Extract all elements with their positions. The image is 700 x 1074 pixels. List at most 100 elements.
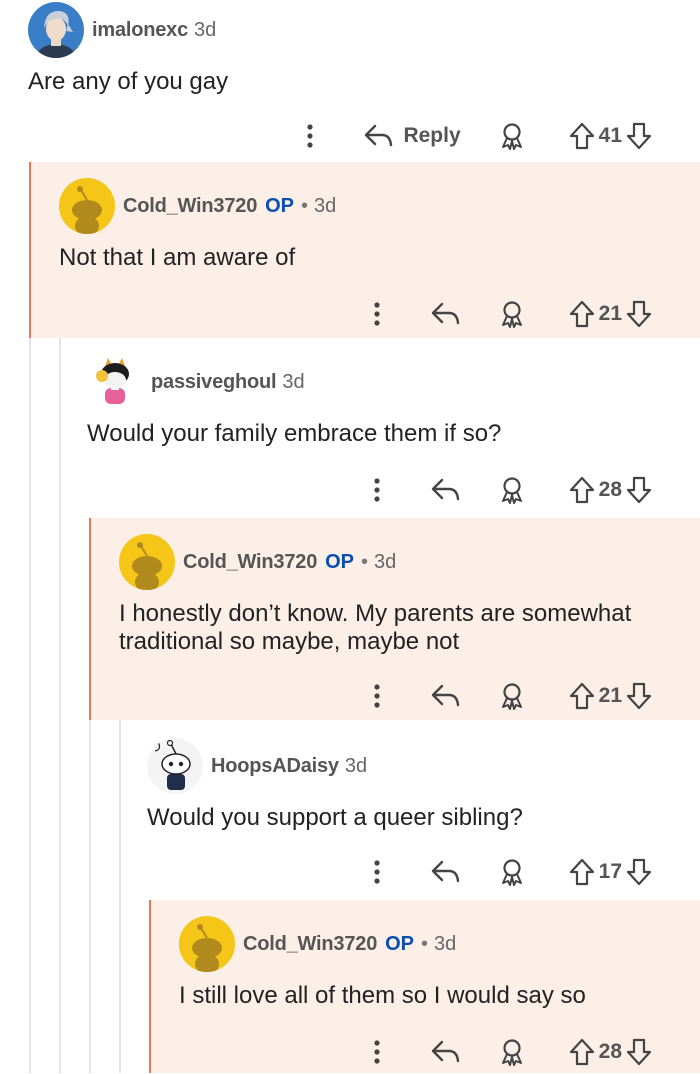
comment-actions: 21 <box>365 674 652 718</box>
separator-dot: • <box>421 932 429 955</box>
thread-line <box>29 338 31 1073</box>
comment-text: Would you support a queer sibling? <box>147 804 523 831</box>
comment-actions: Reply 41 <box>298 114 652 158</box>
user-avatar[interactable] <box>179 916 235 972</box>
username[interactable]: Cold_Win3720 <box>243 933 377 956</box>
user-avatar[interactable] <box>147 738 203 794</box>
more-vertical-icon <box>374 478 380 502</box>
more-options-button[interactable] <box>365 683 389 709</box>
comment-text: I still love all of them so I would say … <box>179 982 586 1009</box>
separator-dot: • <box>361 550 369 573</box>
downvote-button[interactable] <box>626 858 652 886</box>
user-avatar[interactable] <box>59 178 115 234</box>
upvote-arrow-icon <box>569 858 594 886</box>
comment: Cold_Win3720 OP • 3d Not that I am aware… <box>29 162 700 338</box>
comment-age: 3d <box>434 932 457 955</box>
downvote-button[interactable] <box>626 682 652 710</box>
more-options-button[interactable] <box>298 123 322 149</box>
comment-age: 3d <box>282 370 305 393</box>
username[interactable]: Cold_Win3720 <box>183 551 317 574</box>
award-button[interactable] <box>499 300 525 328</box>
upvote-arrow-icon <box>569 476 594 504</box>
downvote-button[interactable] <box>626 476 652 504</box>
more-options-button[interactable] <box>365 1039 389 1065</box>
more-vertical-icon <box>307 124 314 148</box>
user-avatar[interactable] <box>87 354 143 410</box>
upvote-button[interactable] <box>569 682 595 710</box>
downvote-button[interactable] <box>626 1038 652 1066</box>
more-vertical-icon <box>374 684 380 708</box>
award-button[interactable] <box>499 476 525 504</box>
user-avatar[interactable] <box>119 534 175 590</box>
award-icon <box>501 123 522 150</box>
upvote-button[interactable] <box>569 858 595 886</box>
vote-count: 28 <box>598 1040 622 1063</box>
upvote-button[interactable] <box>569 122 595 150</box>
username[interactable]: imalonexc <box>92 19 188 42</box>
more-options-button[interactable] <box>365 859 389 885</box>
upvote-button[interactable] <box>569 1038 595 1066</box>
upvote-arrow-icon <box>569 1038 594 1066</box>
comment: passiveghoul 3d Would your family embrac… <box>59 338 700 518</box>
upvote-button[interactable] <box>569 300 595 328</box>
reply-button[interactable] <box>431 301 461 327</box>
thread-line <box>89 720 91 1073</box>
downvote-arrow-icon <box>626 1038 652 1066</box>
comment: Cold_Win3720 OP • 3d I still love all of… <box>149 900 700 1073</box>
comment: HoopsADaisy 3d Would you support a queer… <box>119 720 700 900</box>
reply-arrow-icon <box>365 124 393 147</box>
downvote-arrow-icon <box>626 300 652 328</box>
downvote-button[interactable] <box>626 122 652 150</box>
more-options-button[interactable] <box>365 301 389 327</box>
award-button[interactable] <box>499 122 525 150</box>
downvote-arrow-icon <box>626 682 652 710</box>
username[interactable]: HoopsADaisy <box>211 755 339 778</box>
comment-age: 3d <box>194 18 217 41</box>
award-button[interactable] <box>499 1038 525 1066</box>
award-icon <box>501 301 522 328</box>
downvote-arrow-icon <box>626 122 652 150</box>
separator-dot: • <box>301 194 309 217</box>
upvote-button[interactable] <box>569 476 595 504</box>
more-vertical-icon <box>374 860 380 884</box>
award-icon <box>501 683 522 710</box>
upvote-arrow-icon <box>569 122 594 150</box>
op-badge: OP <box>325 550 355 573</box>
more-vertical-icon <box>374 302 380 326</box>
comment-text: Are any of you gay <box>28 68 229 95</box>
comment-age: 3d <box>374 550 397 573</box>
vote-count: 28 <box>598 478 622 501</box>
comment-age: 3d <box>314 194 337 217</box>
award-button[interactable] <box>499 682 525 710</box>
reply-button[interactable] <box>431 477 461 503</box>
vote-count: 21 <box>598 302 622 325</box>
comment: imalonexc 3d Are any of you gay Reply 41 <box>0 0 700 162</box>
reply-button[interactable] <box>431 859 461 885</box>
reply-arrow-icon <box>431 478 459 501</box>
comment-actions: 21 <box>365 292 652 336</box>
username[interactable]: passiveghoul <box>151 371 277 394</box>
reply-button[interactable] <box>431 683 461 709</box>
upvote-arrow-icon <box>569 300 594 328</box>
reply-button[interactable]: Reply <box>364 123 461 149</box>
comment-text: Not that I am aware of <box>59 244 296 271</box>
reply-arrow-icon <box>431 860 459 883</box>
comment-actions: 17 <box>365 850 652 894</box>
reply-button[interactable] <box>431 1039 461 1065</box>
user-avatar[interactable] <box>28 2 84 58</box>
comment-age: 3d <box>344 754 368 777</box>
downvote-button[interactable] <box>626 300 652 328</box>
comment-text: I honestly don’t know. My parents are so… <box>119 600 632 655</box>
vote-count: 17 <box>598 860 622 883</box>
reply-arrow-icon <box>431 1040 459 1063</box>
comment-text: Would your family embrace them if so? <box>87 420 502 447</box>
comment-actions: 28 <box>365 468 652 512</box>
op-badge: OP <box>385 932 415 955</box>
username[interactable]: Cold_Win3720 <box>123 195 257 218</box>
award-icon <box>501 1039 522 1066</box>
more-options-button[interactable] <box>365 477 389 503</box>
downvote-arrow-icon <box>626 858 652 886</box>
award-icon <box>501 477 522 504</box>
op-badge: OP <box>265 194 295 217</box>
award-button[interactable] <box>499 858 525 886</box>
